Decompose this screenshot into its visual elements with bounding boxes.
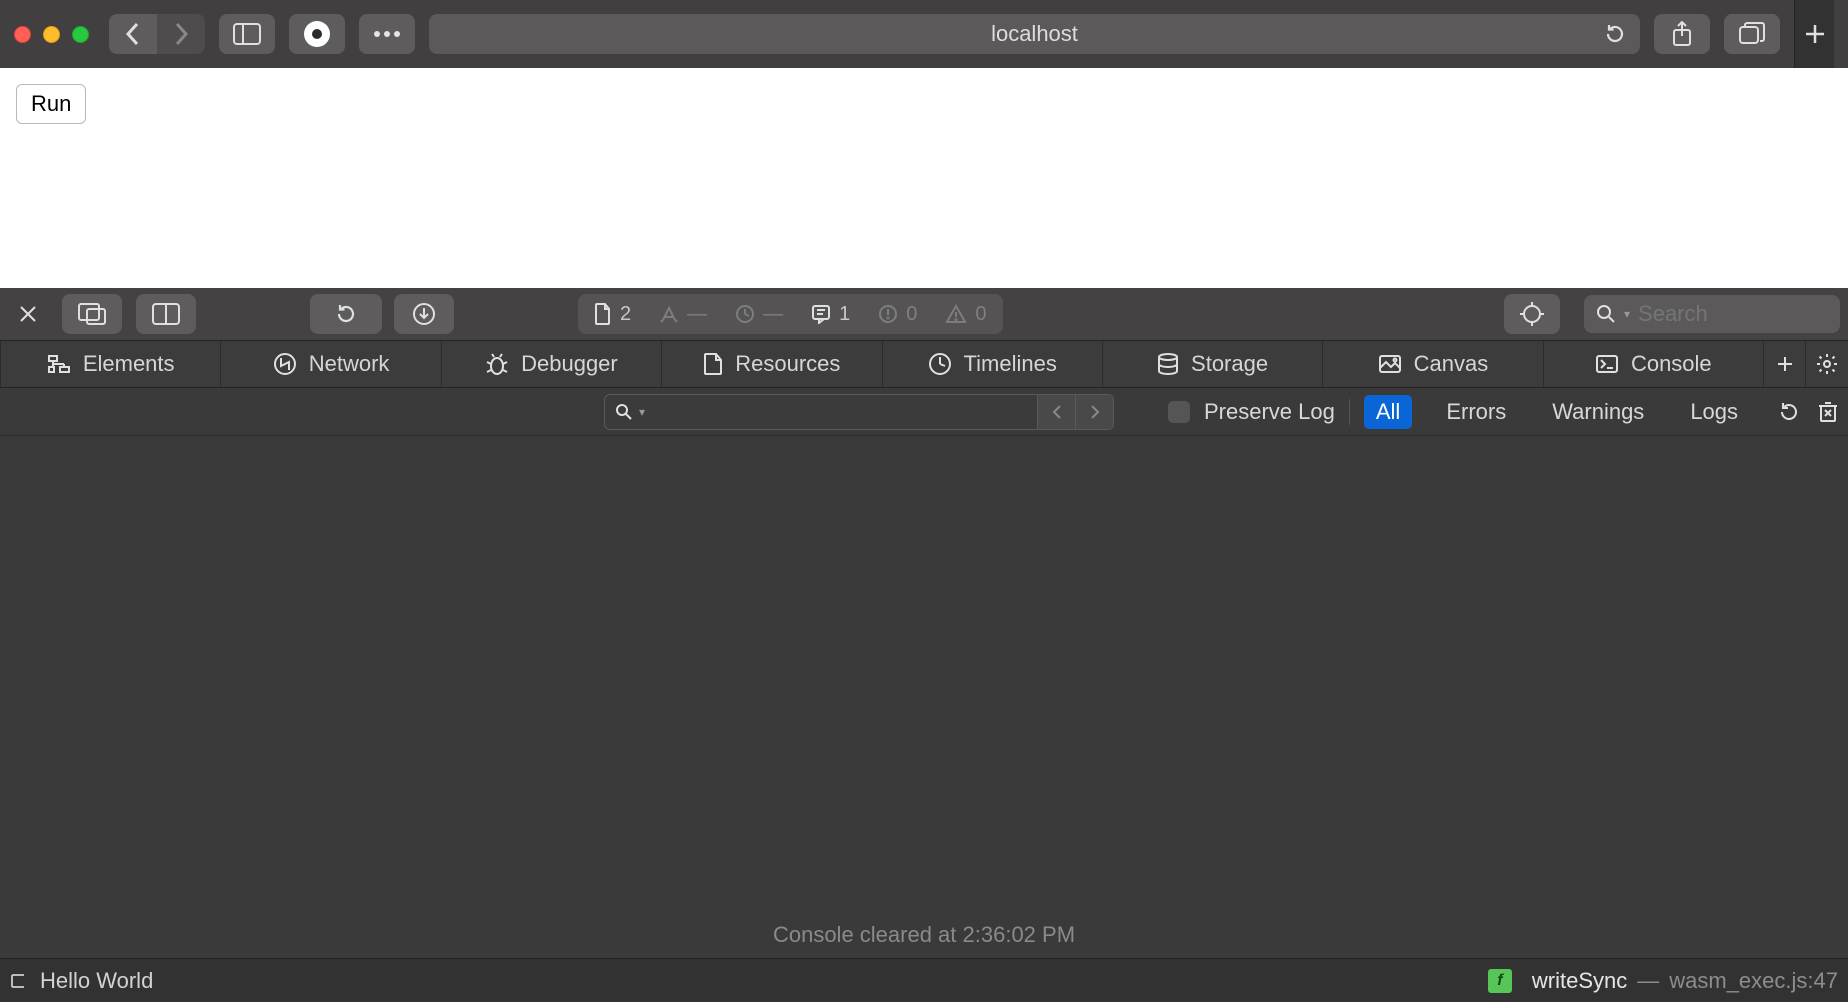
preserve-log-checkbox[interactable] xyxy=(1168,401,1190,423)
reload-console-button[interactable] xyxy=(1778,401,1800,423)
chevron-down-icon: ▾ xyxy=(1624,307,1630,321)
debugger-icon xyxy=(485,352,509,376)
result-icon xyxy=(10,973,30,989)
network-icon xyxy=(273,352,297,376)
sidebar-toggle-button[interactable] xyxy=(219,14,275,54)
storage-icon xyxy=(1157,352,1179,376)
elements-icon xyxy=(47,354,71,374)
tab-console[interactable]: Console xyxy=(1544,341,1764,387)
tab-elements[interactable]: Elements xyxy=(0,341,221,387)
error-count[interactable]: 0 xyxy=(878,303,917,326)
filter-next-button[interactable] xyxy=(1075,395,1113,429)
element-picker-button[interactable] xyxy=(1504,294,1560,334)
download-button[interactable] xyxy=(394,294,454,334)
tab-canvas[interactable]: Canvas xyxy=(1323,341,1543,387)
privacy-report-button[interactable] xyxy=(289,14,345,54)
filter-prev-button[interactable] xyxy=(1037,395,1075,429)
filter-input[interactable]: ▾ xyxy=(605,403,1037,421)
level-warnings[interactable]: Warnings xyxy=(1540,395,1656,429)
share-button[interactable] xyxy=(1654,14,1710,54)
console-cleared-message: Console cleared at 2:36:02 PM xyxy=(773,922,1075,948)
address-bar[interactable]: localhost xyxy=(429,14,1640,54)
devtools-search[interactable]: ▾ xyxy=(1584,295,1840,333)
warning-count[interactable]: 0 xyxy=(945,303,986,326)
dock-side-button[interactable] xyxy=(62,294,122,334)
tab-label: Canvas xyxy=(1414,351,1489,377)
forward-button[interactable] xyxy=(157,14,205,54)
tab-label: Console xyxy=(1631,351,1712,377)
settings-button[interactable] xyxy=(1806,341,1848,387)
resources-icon xyxy=(703,352,723,376)
tab-network[interactable]: Network xyxy=(221,341,441,387)
console-icon xyxy=(1595,354,1619,374)
tab-overview-button[interactable] xyxy=(1724,14,1780,54)
log-level-filters: All Errors Warnings Logs xyxy=(1364,395,1750,429)
console-filter-bar: ▾ Preserve Log All Errors Warnings Logs xyxy=(0,388,1848,436)
close-devtools-button[interactable] xyxy=(8,304,48,324)
console-log-text: Hello World xyxy=(40,968,153,994)
toggle-sidebar-button[interactable] xyxy=(136,294,196,334)
level-logs[interactable]: Logs xyxy=(1678,395,1750,429)
web-inspector: 2 — — 1 0 0 xyxy=(0,288,1848,1002)
reload-page-button[interactable] xyxy=(310,294,382,334)
transfer-size: — xyxy=(659,303,707,326)
tab-label: Network xyxy=(309,351,390,377)
chevron-down-icon: ▾ xyxy=(639,405,645,419)
function-name[interactable]: writeSync xyxy=(1532,968,1627,994)
timelines-icon xyxy=(928,352,952,376)
tab-timelines[interactable]: Timelines xyxy=(883,341,1103,387)
tab-label: Timelines xyxy=(964,351,1057,377)
source-separator: — xyxy=(1637,968,1659,994)
tab-label: Resources xyxy=(735,351,840,377)
minimize-window-button[interactable] xyxy=(43,26,60,43)
tab-label: Storage xyxy=(1191,351,1268,377)
canvas-icon xyxy=(1378,354,1402,374)
clear-console-button[interactable] xyxy=(1818,401,1838,423)
devtools-toolbar: 2 — — 1 0 0 xyxy=(0,288,1848,340)
close-window-button[interactable] xyxy=(14,26,31,43)
console-output[interactable]: Console cleared at 2:36:02 PM xyxy=(0,436,1848,958)
tab-label: Debugger xyxy=(521,351,618,377)
search-icon xyxy=(1596,304,1616,324)
level-errors[interactable]: Errors xyxy=(1434,395,1518,429)
page-content: Run xyxy=(0,68,1848,288)
load-time: — xyxy=(735,303,783,326)
tab-resources[interactable]: Resources xyxy=(662,341,882,387)
shield-circle-icon xyxy=(304,21,330,47)
gear-icon xyxy=(1816,353,1838,375)
console-prompt-row: Hello World f writeSync — wasm_exec.js:4… xyxy=(0,958,1848,1002)
tab-debugger[interactable]: Debugger xyxy=(442,341,662,387)
add-tab-button[interactable] xyxy=(1764,341,1806,387)
new-tab-button[interactable] xyxy=(1794,0,1834,68)
resource-count: 2 xyxy=(594,303,631,326)
reload-icon[interactable] xyxy=(1604,23,1626,45)
nav-buttons xyxy=(109,14,205,54)
function-badge-icon: f xyxy=(1488,969,1512,993)
console-filter: ▾ xyxy=(604,394,1114,430)
tab-label: Elements xyxy=(83,351,175,377)
source-location[interactable]: wasm_exec.js:47 xyxy=(1669,968,1838,994)
preserve-log-label: Preserve Log xyxy=(1204,399,1335,425)
run-button[interactable]: Run xyxy=(16,84,86,124)
window-controls xyxy=(14,26,89,43)
status-pill: 2 — — 1 0 0 xyxy=(578,294,1003,334)
more-button[interactable] xyxy=(359,14,415,54)
address-text: localhost xyxy=(991,21,1078,47)
back-button[interactable] xyxy=(109,14,157,54)
tab-storage[interactable]: Storage xyxy=(1103,341,1323,387)
devtools-tab-bar: Elements Network Debugger Resources Time… xyxy=(0,340,1848,388)
fullscreen-window-button[interactable] xyxy=(72,26,89,43)
safari-toolbar: localhost xyxy=(0,0,1848,68)
search-input[interactable] xyxy=(1638,301,1828,327)
log-count[interactable]: 1 xyxy=(811,303,850,326)
level-all[interactable]: All xyxy=(1364,395,1412,429)
